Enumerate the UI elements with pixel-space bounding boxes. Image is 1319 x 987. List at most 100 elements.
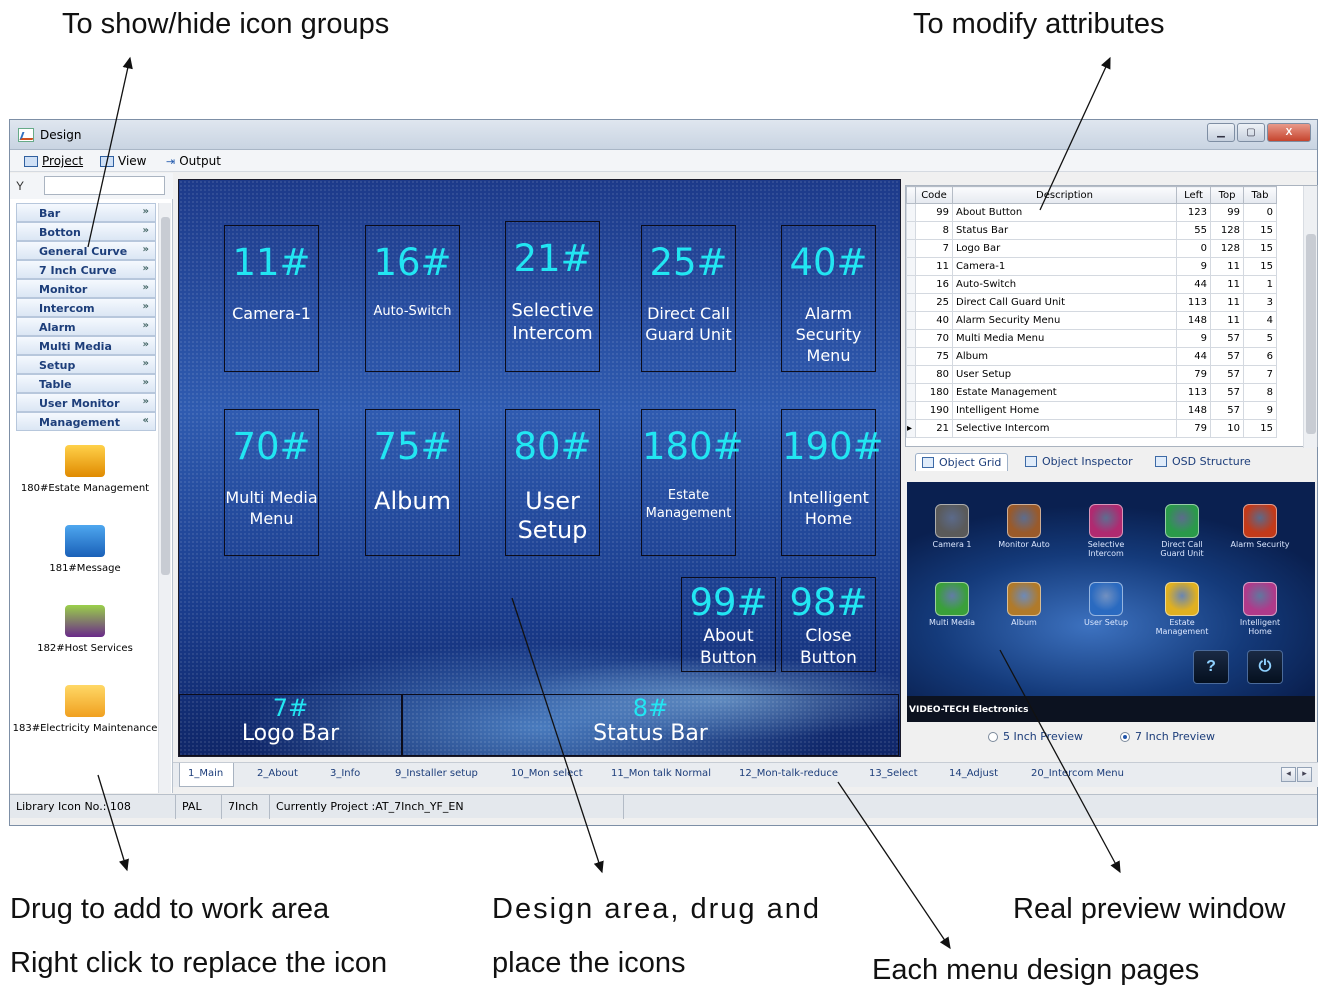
design-tile-11[interactable]: 11# Camera-1 <box>224 225 319 372</box>
grid-cell[interactable]: 128 <box>1210 239 1244 258</box>
preview-camera-1-icon[interactable] <box>935 504 969 538</box>
power-icon[interactable]: ⏻ <box>1247 650 1283 684</box>
design-tile-21[interactable]: 21# Selective Intercom <box>505 221 600 372</box>
grid-cell[interactable]: 11 <box>1210 311 1244 330</box>
maximize-button[interactable]: ▢ <box>1237 123 1265 142</box>
grid-cell[interactable]: 79 <box>1176 419 1211 438</box>
page-tab-3_info[interactable]: 3_Info <box>330 768 360 779</box>
preview-alarm-security-icon[interactable] <box>1243 504 1277 538</box>
group-user-monitor[interactable]: User Monitor » <box>16 393 156 412</box>
design-area[interactable]: 11# Camera-1 16# Auto-Switch 21# Selective In… <box>178 179 901 757</box>
group-alarm[interactable]: Alarm » <box>16 317 156 336</box>
grid-cell[interactable]: 15 <box>1243 239 1277 258</box>
estate-manager-icon[interactable] <box>65 445 105 477</box>
grid-cell[interactable]: Multi Media Menu <box>952 329 1177 348</box>
grid-cell[interactable]: 10 <box>1210 419 1244 438</box>
group-bar[interactable]: Bar » <box>16 203 156 222</box>
group-botton[interactable]: Botton » <box>16 222 156 241</box>
grid-cell[interactable]: Status Bar <box>952 221 1177 240</box>
grid-cell[interactable]: 57 <box>1210 347 1244 366</box>
grid-row[interactable]: 190 Intelligent Home 148 57 9 <box>906 401 1277 420</box>
host-services-icon[interactable] <box>65 605 105 637</box>
grid-row[interactable]: 99 About Button 123 99 0 <box>906 203 1277 222</box>
library-item[interactable]: 181#Message <box>10 525 160 601</box>
chevron-icon[interactable]: » <box>143 320 149 331</box>
grid-row[interactable]: 70 Multi Media Menu 9 57 5 <box>906 329 1277 348</box>
grid-cell[interactable]: 55 <box>1176 221 1211 240</box>
filter-input[interactable] <box>44 176 165 195</box>
grid-cell[interactable]: 15 <box>1243 221 1277 240</box>
column-top[interactable]: Top <box>1210 186 1244 204</box>
grid-cell[interactable]: 11 <box>915 257 953 276</box>
grid-cell[interactable]: 99 <box>915 203 953 222</box>
design-status-bar[interactable]: 8# Status Bar <box>402 694 899 756</box>
chevron-icon[interactable]: » <box>143 301 149 312</box>
filter-icon[interactable]: Y <box>16 179 24 193</box>
tab-object-grid[interactable]: Object Grid <box>915 453 1009 471</box>
library-item[interactable]: 182#Host Services <box>10 605 160 681</box>
grid-cell[interactable]: 11 <box>1210 257 1244 276</box>
chevron-icon[interactable]: » <box>143 377 149 388</box>
tab-osd-structure[interactable]: OSD Structure <box>1149 453 1257 470</box>
design-tile-98[interactable]: 98# Close Button <box>781 577 876 672</box>
grid-scroll-thumb[interactable] <box>1306 234 1316 434</box>
grid-cell[interactable]: 4 <box>1243 311 1277 330</box>
group-monitor[interactable]: Monitor » <box>16 279 156 298</box>
menu-project[interactable]: Project <box>24 154 83 168</box>
tab-scroll-right-icon[interactable]: ▸ <box>1297 767 1312 782</box>
grid-row[interactable]: 75 Album 44 57 6 <box>906 347 1277 366</box>
grid-cell[interactable]: 70 <box>915 329 953 348</box>
page-tab-10_mon-select[interactable]: 10_Mon select <box>511 768 583 779</box>
minimize-button[interactable]: ▁ <box>1207 123 1235 142</box>
preview-direct-call-guard-unit-icon[interactable] <box>1165 504 1199 538</box>
grid-cell[interactable]: 148 <box>1176 401 1211 420</box>
design-logo-bar[interactable]: 7# Logo Bar <box>179 694 402 756</box>
grid-cell[interactable]: Logo Bar <box>952 239 1177 258</box>
page-tab-20_intercom-menu[interactable]: 20_Intercom Menu <box>1031 768 1124 779</box>
tab-scroll-left-icon[interactable]: ◂ <box>1281 767 1296 782</box>
grid-cell[interactable]: 57 <box>1210 401 1244 420</box>
group-7-inch-curve[interactable]: 7 Inch Curve » <box>16 260 156 279</box>
menu-output[interactable]: ⇥ Output <box>166 154 221 168</box>
grid-cell[interactable]: 80 <box>915 365 953 384</box>
electricity-icon[interactable] <box>65 685 105 717</box>
preview-selective-intercom-icon[interactable] <box>1089 504 1123 538</box>
grid-cell[interactable]: 1 <box>1243 275 1277 294</box>
grid-cell[interactable]: 9 <box>1176 329 1211 348</box>
column-left[interactable]: Left <box>1176 186 1211 204</box>
page-tab-1_main[interactable]: 1_Main <box>179 763 235 787</box>
envelope-icon[interactable] <box>65 525 105 557</box>
group-setup[interactable]: Setup » <box>16 355 156 374</box>
page-tab-13_select[interactable]: 13_Select <box>869 768 918 779</box>
grid-cell[interactable]: 15 <box>1243 257 1277 276</box>
grid-cell[interactable]: 44 <box>1176 347 1211 366</box>
grid-cell[interactable]: 11 <box>1210 293 1244 312</box>
group-multi-media[interactable]: Multi Media » <box>16 336 156 355</box>
preview-album-icon[interactable] <box>1007 582 1041 616</box>
library-item[interactable]: 183#Electricity Maintenance <box>10 685 160 761</box>
preview-multi-media-icon[interactable] <box>935 582 969 616</box>
grid-row[interactable]: 8 Status Bar 55 128 15 <box>906 221 1277 240</box>
library-scrollbar[interactable] <box>158 203 171 793</box>
chevron-icon[interactable]: » <box>143 244 149 255</box>
grid-cell[interactable]: Selective Intercom <box>952 419 1177 438</box>
chevron-icon[interactable]: » <box>143 358 149 369</box>
grid-row[interactable]: 80 User Setup 79 57 7 <box>906 365 1277 384</box>
tab-object-inspector[interactable]: Object Inspector <box>1019 453 1139 470</box>
design-tile-16[interactable]: 16# Auto-Switch <box>365 225 460 372</box>
radio-5-inch-preview[interactable]: 5 Inch Preview <box>988 730 1083 743</box>
design-tile-80[interactable]: 80# User Setup <box>505 409 600 556</box>
chevron-icon[interactable]: « <box>143 415 149 426</box>
grid-cell[interactable]: User Setup <box>952 365 1177 384</box>
grid-cell[interactable]: 5 <box>1243 329 1277 348</box>
preview-intelligent-home-icon[interactable] <box>1243 582 1277 616</box>
grid-row[interactable]: 180 Estate Management 113 57 8 <box>906 383 1277 402</box>
help-icon[interactable]: ? <box>1193 650 1229 684</box>
title-bar[interactable]: Design ▁ ▢ X <box>10 120 1317 150</box>
group-general-curve[interactable]: General Curve » <box>16 241 156 260</box>
close-button[interactable]: X <box>1267 123 1311 142</box>
grid-cell[interactable]: 44 <box>1176 275 1211 294</box>
grid-cell[interactable]: Direct Call Guard Unit <box>952 293 1177 312</box>
page-tab-9_installer-setup[interactable]: 9_Installer setup <box>395 768 478 779</box>
chevron-icon[interactable]: » <box>143 206 149 217</box>
